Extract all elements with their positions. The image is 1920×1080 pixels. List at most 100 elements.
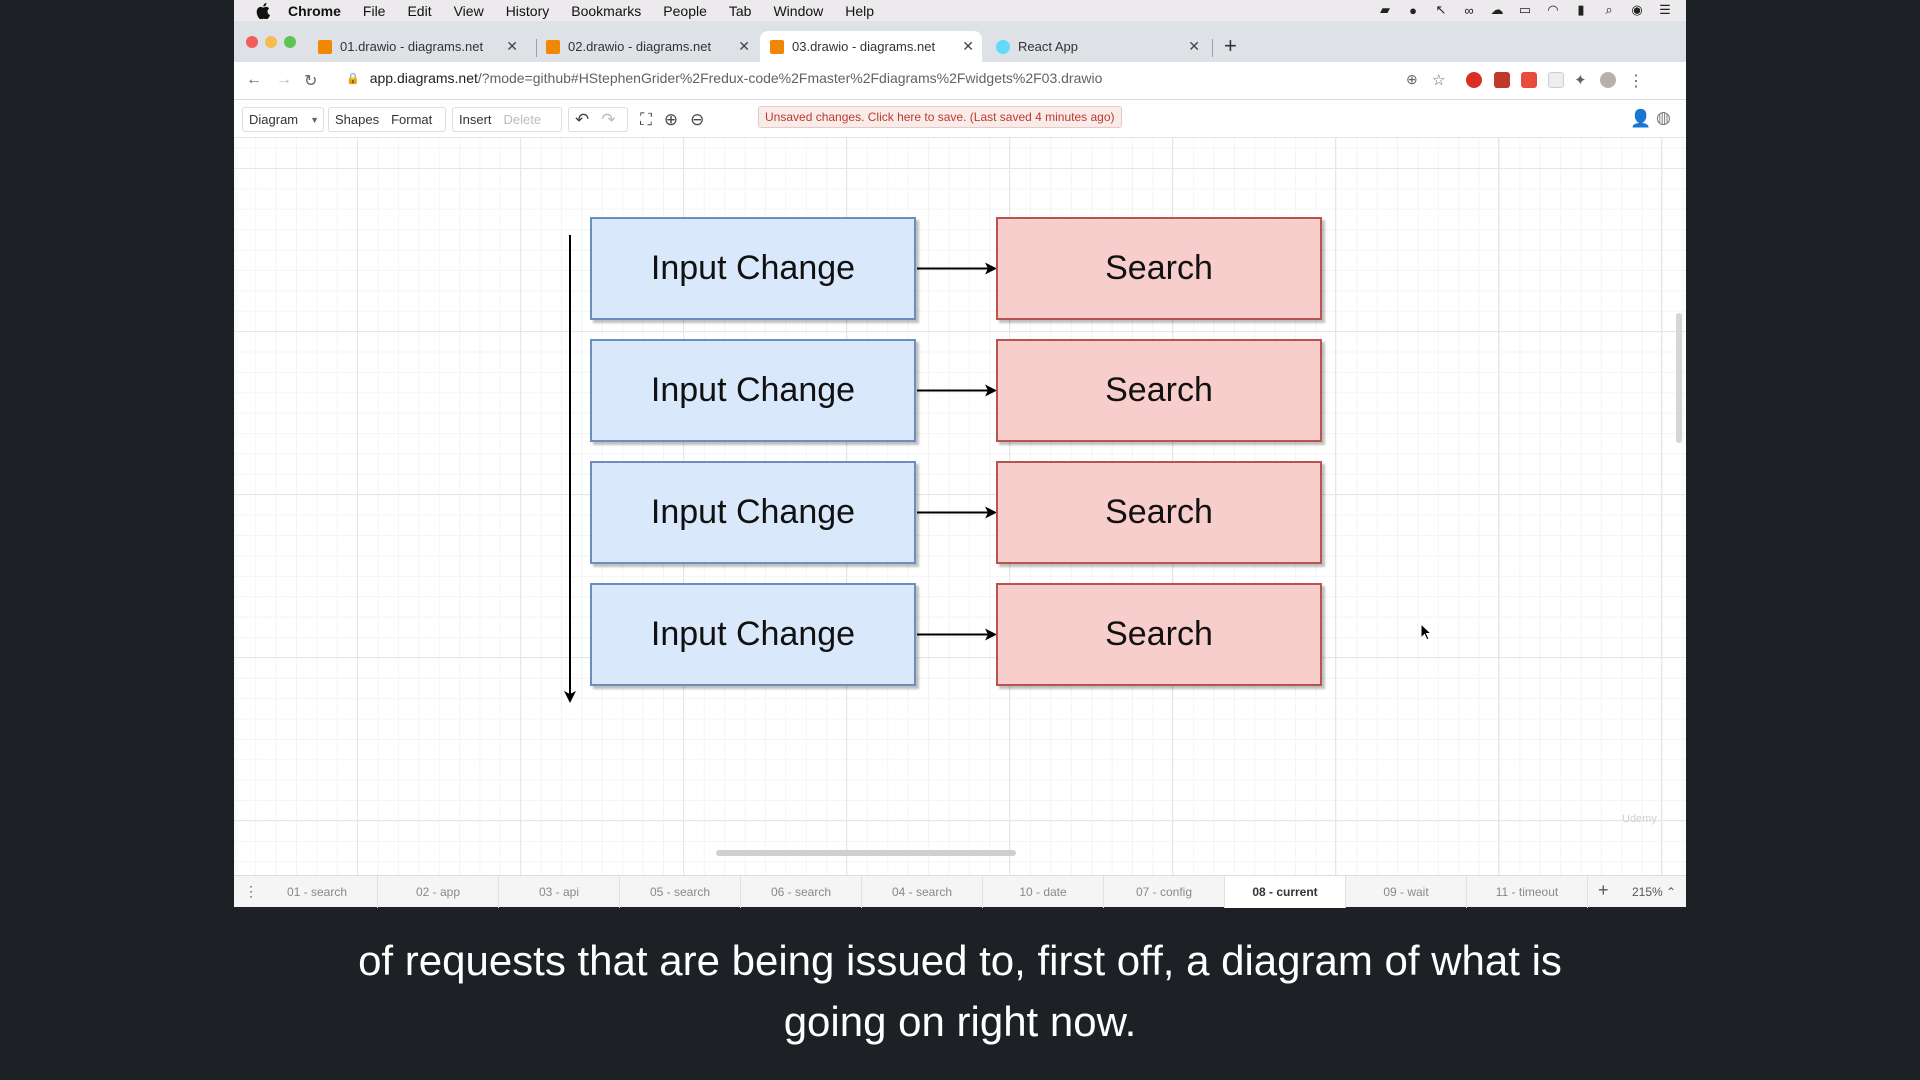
battery-icon[interactable]: ▮ — [1572, 2, 1590, 18]
input-change-box[interactable]: Input Change — [590, 461, 916, 564]
chrome-menu-icon[interactable]: ⋮ — [1628, 71, 1644, 91]
redo-icon[interactable]: ↷ — [601, 110, 615, 130]
profile-avatar[interactable] — [1600, 72, 1616, 88]
page-tab[interactable]: 11 - timeout — [1467, 876, 1588, 908]
diagram-canvas[interactable]: Input Change Search Input Change Search Inpu… — [234, 138, 1686, 875]
browser-tab[interactable]: React App ✕ — [986, 31, 1208, 62]
page-tab[interactable]: 09 - wait — [1346, 876, 1467, 908]
forward-icon[interactable]: → — [276, 71, 292, 89]
page-tabs-bar: ⋮ 01 - search 02 - app 03 - api 05 - search… — [234, 875, 1686, 908]
browser-tab-active[interactable]: 03.drawio - diagrams.net ✕ — [760, 31, 982, 62]
search-box[interactable]: Search — [996, 339, 1322, 442]
tab-close-icon[interactable]: ✕ — [506, 38, 518, 55]
horizontal-scrollbar[interactable] — [716, 850, 1016, 856]
insert-button[interactable]: Insert — [459, 112, 492, 127]
page-tab[interactable]: 04 - search — [862, 876, 983, 908]
pages-menu-icon[interactable]: ⋮ — [244, 883, 258, 900]
menu-file[interactable]: File — [363, 3, 386, 19]
page-tab[interactable]: 06 - search — [741, 876, 862, 908]
menu-bookmarks[interactable]: Bookmarks — [571, 3, 641, 19]
input-change-box[interactable]: Input Change — [590, 217, 916, 320]
lock-icon[interactable]: 🔒 — [346, 72, 360, 85]
undo-icon[interactable]: ↶ — [575, 110, 589, 130]
page-tab[interactable]: 05 - search — [620, 876, 741, 908]
extensions-puzzle-icon[interactable]: ✦ — [1574, 71, 1587, 89]
tab-title: 03.drawio - diagrams.net — [792, 39, 936, 54]
opera-extension-icon[interactable] — [1466, 72, 1482, 88]
install-app-icon[interactable]: ⊕ — [1406, 71, 1418, 88]
window-minimize-button[interactable] — [265, 36, 277, 48]
chevron-down-icon: ▼ — [310, 114, 320, 125]
extension-icon[interactable] — [1494, 72, 1510, 88]
menu-window[interactable]: Window — [773, 3, 823, 19]
menu-tab[interactable]: Tab — [729, 3, 752, 19]
tab-close-icon[interactable]: ✕ — [738, 38, 750, 55]
notification-center-icon[interactable]: ☰ — [1656, 2, 1674, 18]
unsaved-changes-banner[interactable]: Unsaved changes. Click here to save. (La… — [758, 106, 1122, 128]
search-box[interactable]: Search — [996, 583, 1322, 686]
extension-icon[interactable] — [1521, 72, 1537, 88]
browser-tab[interactable]: 01.drawio - diagrams.net ✕ — [304, 31, 526, 62]
page-tab[interactable]: 10 - date — [983, 876, 1104, 908]
status-tray: ▰ ● ↖ ∞ ☁ ▭ ◠ ▮ ⌕ ◉ ☰ — [1376, 2, 1674, 18]
menu-history[interactable]: History — [506, 3, 550, 19]
url-field[interactable]: 🔒 app.diagrams.net/?mode=github#HStephen… — [346, 70, 1102, 86]
window-zoom-button[interactable] — [284, 36, 296, 48]
back-icon[interactable]: ← — [246, 71, 262, 89]
zoom-value: 215% — [1632, 885, 1663, 899]
cursor-tool-icon[interactable]: ↖ — [1432, 2, 1450, 18]
siri-icon[interactable]: ◉ — [1628, 2, 1646, 18]
extension-icon[interactable] — [1548, 72, 1564, 88]
menu-edit[interactable]: Edit — [407, 3, 431, 19]
zoom-level[interactable]: 215% ⌃ — [1632, 885, 1676, 899]
spotlight-search-icon[interactable]: ⌕ — [1600, 2, 1618, 18]
input-change-box[interactable]: Input Change — [590, 339, 916, 442]
page-tab[interactable]: 03 - api — [499, 876, 620, 908]
drawio-favicon-icon — [318, 39, 332, 54]
fullscreen-icon[interactable]: ⛶ — [640, 110, 652, 130]
glasses-icon[interactable]: ∞ — [1460, 3, 1478, 18]
page-tab[interactable]: 02 - app — [378, 876, 499, 908]
page-tab[interactable]: 07 - config — [1104, 876, 1225, 908]
add-page-button[interactable]: + — [1598, 880, 1609, 901]
search-box[interactable]: Search — [996, 461, 1322, 564]
tab-close-icon[interactable]: ✕ — [962, 38, 974, 55]
new-tab-button[interactable]: + — [1224, 33, 1237, 59]
vertical-scrollbar[interactable] — [1676, 313, 1682, 443]
zoom-group: ⛶ ⊕ ⊖ — [634, 107, 734, 132]
zoom-out-icon[interactable]: ⊖ — [690, 110, 704, 130]
page-tab[interactable]: 01 - search — [257, 876, 378, 908]
shapes-button[interactable]: Shapes — [335, 112, 379, 127]
tab-title: React App — [1018, 39, 1078, 54]
wifi-icon[interactable]: ◠ — [1544, 2, 1562, 18]
history-group: ↶ ↷ — [568, 107, 628, 132]
apple-icon[interactable] — [254, 2, 272, 19]
display-icon[interactable]: ▭ — [1516, 2, 1534, 18]
format-button[interactable]: Format — [391, 112, 432, 127]
search-box[interactable]: Search — [996, 217, 1322, 320]
cloud-icon[interactable]: ☁ — [1488, 2, 1506, 18]
tab-separator — [1212, 39, 1213, 57]
menu-chrome[interactable]: Chrome — [288, 3, 341, 19]
docker-icon[interactable]: ▰ — [1376, 2, 1394, 18]
delete-button[interactable]: Delete — [504, 112, 542, 127]
tab-close-icon[interactable]: ✕ — [1188, 38, 1200, 55]
menu-view[interactable]: View — [454, 3, 484, 19]
reload-icon[interactable]: ↻ — [304, 71, 317, 91]
user-icon[interactable]: 👤 — [1630, 109, 1651, 129]
menu-help[interactable]: Help — [845, 3, 874, 19]
page-tab[interactable]: 08 - current — [1225, 876, 1346, 908]
react-favicon-icon — [996, 39, 1010, 54]
url-host: app.diagrams.net — [369, 70, 478, 86]
language-globe-icon[interactable]: ◍ — [1656, 108, 1671, 128]
diagram-menu-label: Diagram — [249, 112, 299, 127]
menu-people[interactable]: People — [663, 3, 707, 19]
window-close-button[interactable] — [246, 36, 258, 48]
diagram-menu[interactable]: Diagram ▼ — [242, 107, 324, 132]
input-change-box[interactable]: Input Change — [590, 583, 916, 686]
app-icon[interactable]: ● — [1404, 3, 1422, 18]
bookmark-star-icon[interactable]: ☆ — [1432, 71, 1445, 89]
browser-tab[interactable]: 02.drawio - diagrams.net ✕ — [536, 31, 758, 62]
tab-title: 01.drawio - diagrams.net — [340, 39, 484, 54]
zoom-in-icon[interactable]: ⊕ — [664, 110, 678, 130]
